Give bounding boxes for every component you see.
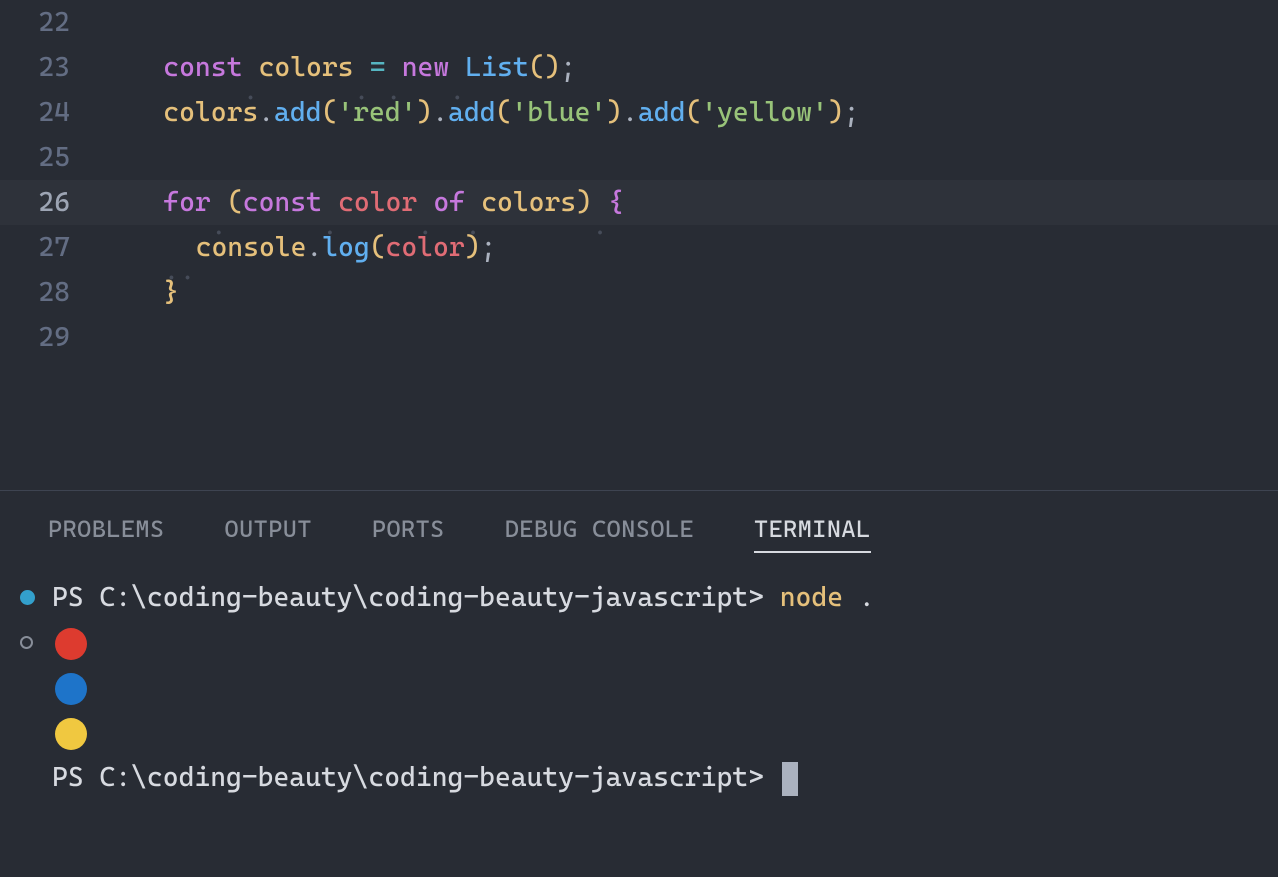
terminal-line-marker	[20, 636, 52, 649]
code-content[interactable]: for·(const·color·of·colors)·{	[100, 180, 624, 225]
terminal-text: node	[780, 582, 859, 613]
circle-blue-icon	[55, 673, 87, 705]
token: add	[638, 97, 685, 128]
token: colors	[259, 52, 354, 83]
terminal-line-content: PS C:\coding-beauty\coding-beauty-javasc…	[52, 575, 875, 620]
line-number: 27	[0, 225, 100, 270]
code-content[interactable]: const·colors·=·new·List();	[100, 45, 576, 90]
token: )	[576, 187, 592, 218]
bottom-panel: PROBLEMS OUTPUT PORTS DEBUG CONSOLE TERMINAL…	[0, 491, 1278, 877]
token: )	[606, 97, 622, 128]
marker-dot-hollow-icon	[20, 636, 33, 649]
token: const	[243, 187, 322, 218]
token: .	[306, 232, 322, 263]
token: 'yellow'	[701, 97, 828, 128]
code-line[interactable]: 29	[0, 315, 1278, 360]
line-number: 28	[0, 270, 100, 315]
token: add	[274, 97, 321, 128]
token: colors	[481, 187, 576, 218]
token: of	[433, 187, 465, 218]
token: (	[370, 232, 386, 263]
panel-tab-debug-console[interactable]: DEBUG CONSOLE	[505, 515, 694, 553]
line-number: 29	[0, 315, 100, 360]
code-line[interactable]: 23 const·colors·=·new·List();	[0, 45, 1278, 90]
token: ()	[529, 52, 561, 83]
code-line[interactable]: 22	[0, 0, 1278, 45]
token: for	[163, 187, 210, 218]
terminal-line-content	[52, 710, 87, 755]
line-number: 26	[0, 180, 100, 225]
token: {	[608, 187, 624, 218]
terminal-text: .	[859, 582, 875, 613]
code-content[interactable]: ··console.log(color);	[100, 225, 496, 270]
token: ;	[480, 232, 496, 263]
code-line[interactable]: 26 for·(const·color·of·colors)·{	[0, 180, 1278, 225]
token: List	[465, 52, 528, 83]
line-number: 22	[0, 0, 100, 45]
token: (	[227, 187, 243, 218]
terminal-line[interactable]	[20, 665, 1268, 710]
token: .	[622, 97, 638, 128]
circle-yellow-icon	[55, 718, 87, 750]
terminal-cursor	[782, 762, 798, 796]
terminal-line[interactable]: PS C:\coding-beauty\coding-beauty-javasc…	[20, 755, 1268, 800]
terminal-text: PS C:\coding-beauty\coding-beauty-javasc…	[52, 582, 780, 613]
terminal-line[interactable]	[20, 710, 1268, 755]
terminal-line-content	[52, 620, 87, 665]
token: .	[258, 97, 274, 128]
line-number: 23	[0, 45, 100, 90]
token: 'blue'	[511, 97, 606, 128]
panel-tab-problems[interactable]: PROBLEMS	[48, 515, 165, 553]
circle-red-icon	[55, 628, 87, 660]
token: (	[685, 97, 701, 128]
token: new	[402, 52, 449, 83]
code-editor[interactable]: 2223 const·colors·=·new·List();24 colors…	[0, 0, 1278, 490]
token: )	[416, 97, 432, 128]
terminal-body[interactable]: PS C:\coding-beauty\coding-beauty-javasc…	[0, 567, 1278, 800]
token: (	[322, 97, 338, 128]
code-line[interactable]: 25	[0, 135, 1278, 180]
line-number: 24	[0, 90, 100, 135]
panel-tabs: PROBLEMS OUTPUT PORTS DEBUG CONSOLE TERMINAL	[0, 491, 1278, 567]
panel-tab-ports[interactable]: PORTS	[372, 515, 445, 553]
token: ;	[844, 97, 860, 128]
code-line[interactable]: 24 colors.add('red').add('blue').add('ye…	[0, 90, 1278, 135]
token: const	[163, 52, 242, 83]
panel-tab-output[interactable]: OUTPUT	[225, 515, 312, 553]
terminal-line[interactable]: PS C:\coding-beauty\coding-beauty-javasc…	[20, 575, 1268, 620]
token: color	[338, 187, 417, 218]
code-line[interactable]: 27 ··console.log(color);	[0, 225, 1278, 270]
token: )	[828, 97, 844, 128]
terminal-text: PS C:\coding-beauty\coding-beauty-javasc…	[52, 762, 780, 793]
terminal-line-content	[52, 665, 87, 710]
token: =	[370, 52, 386, 83]
terminal-line-content: PS C:\coding-beauty\coding-beauty-javasc…	[52, 755, 798, 800]
token: 'red'	[337, 97, 416, 128]
panel-tab-terminal[interactable]: TERMINAL	[754, 515, 871, 553]
terminal-line-marker	[20, 590, 52, 605]
code-content[interactable]: colors.add('red').add('blue').add('yello…	[100, 90, 859, 135]
token: (	[496, 97, 512, 128]
token: ;	[560, 52, 576, 83]
marker-dot-filled-icon	[20, 590, 35, 605]
line-number: 25	[0, 135, 100, 180]
token: .	[432, 97, 448, 128]
terminal-line[interactable]	[20, 620, 1268, 665]
